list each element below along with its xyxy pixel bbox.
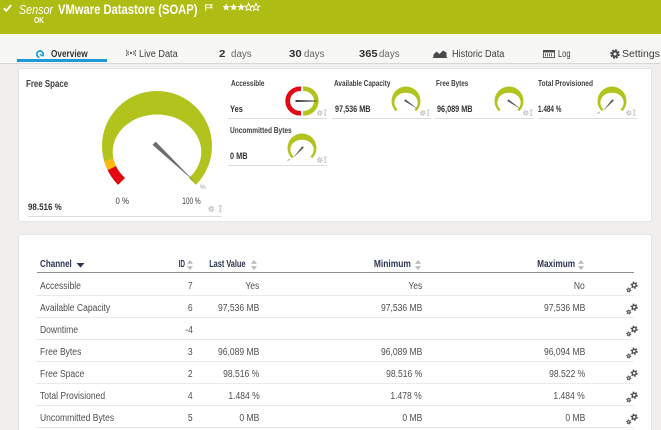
svg-text:%: % — [200, 184, 206, 191]
